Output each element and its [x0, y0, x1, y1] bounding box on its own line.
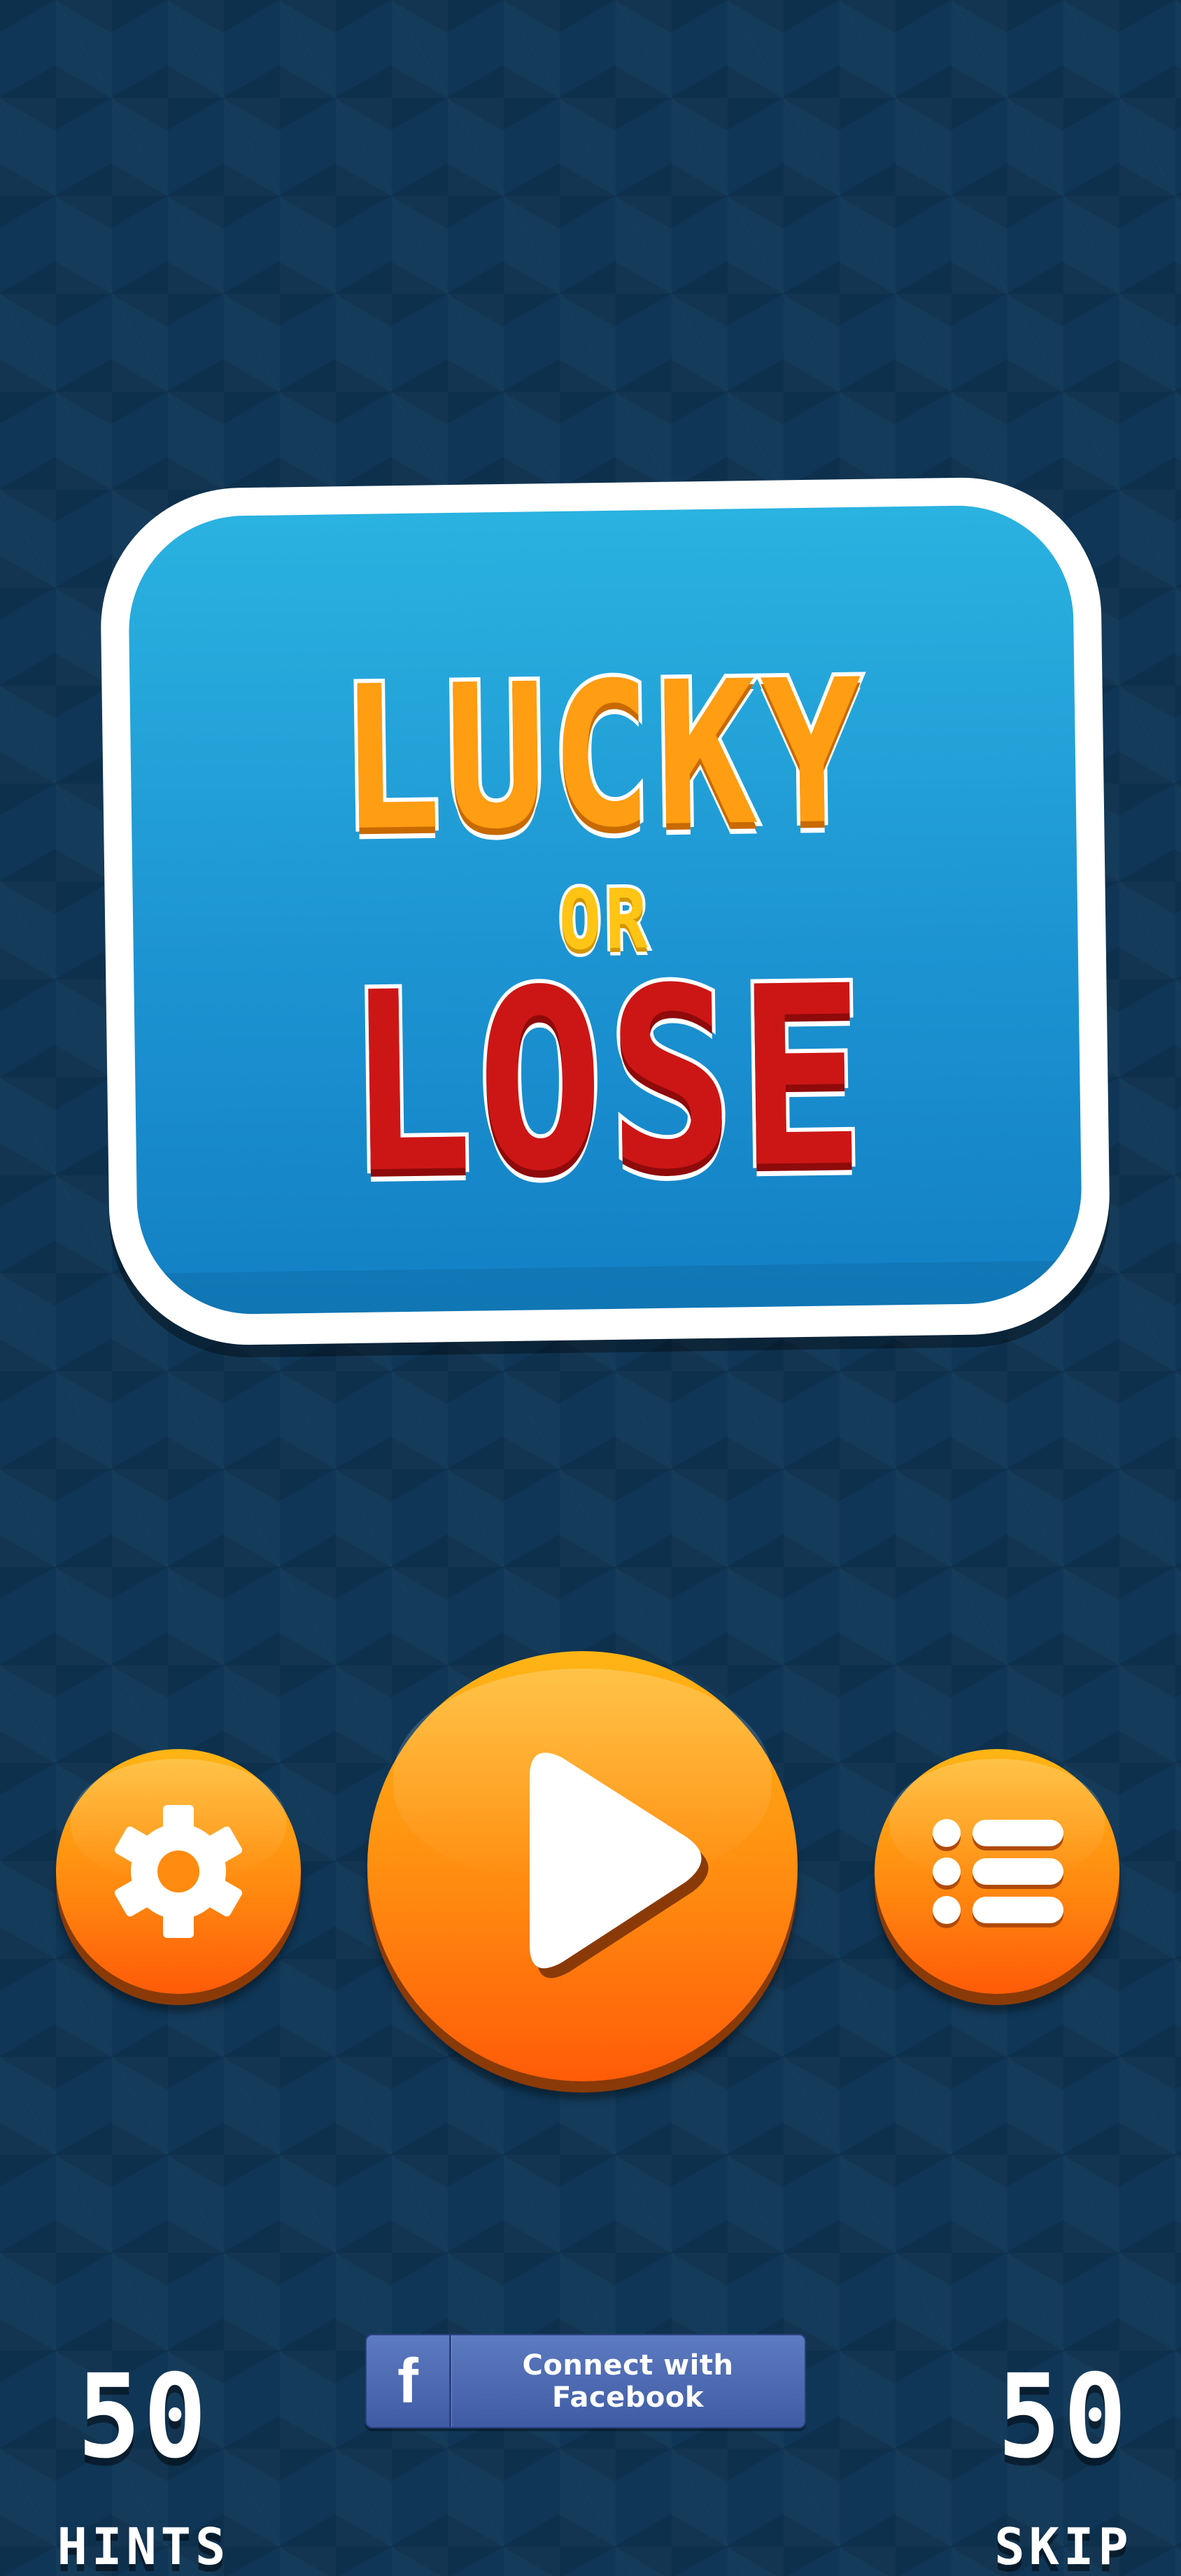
hints-counter: 50 HINTS: [28, 2360, 259, 2576]
list-icon: [933, 1819, 1063, 1928]
logo-panel: LUCKY OR LOSE: [99, 476, 1112, 1347]
skip-counter: 50 SKIP: [948, 2360, 1179, 2576]
hints-count: 50: [77, 2350, 210, 2484]
skip-label: SKIP: [994, 2517, 1133, 2576]
connect-facebook-button[interactable]: f Connect with Facebook: [365, 2334, 806, 2428]
play-icon: [530, 1753, 709, 1979]
skip-count: 50: [997, 2350, 1130, 2484]
facebook-icon: f: [367, 2335, 451, 2427]
menu-button[interactable]: [875, 1749, 1119, 1994]
settings-button[interactable]: [56, 1749, 301, 1994]
gear-icon: [114, 1805, 243, 1938]
facebook-button-label: Connect with Facebook: [522, 2349, 734, 2414]
hints-label: HINTS: [57, 2517, 230, 2576]
logo-inner: LUCKY OR LOSE: [127, 504, 1083, 1316]
logo-title-lose: LOSE: [341, 929, 875, 1232]
play-button[interactable]: [367, 1651, 798, 2081]
facebook-icon-glyph: f: [397, 2346, 418, 2416]
logo-title-lucky: LUCKY: [334, 632, 872, 879]
